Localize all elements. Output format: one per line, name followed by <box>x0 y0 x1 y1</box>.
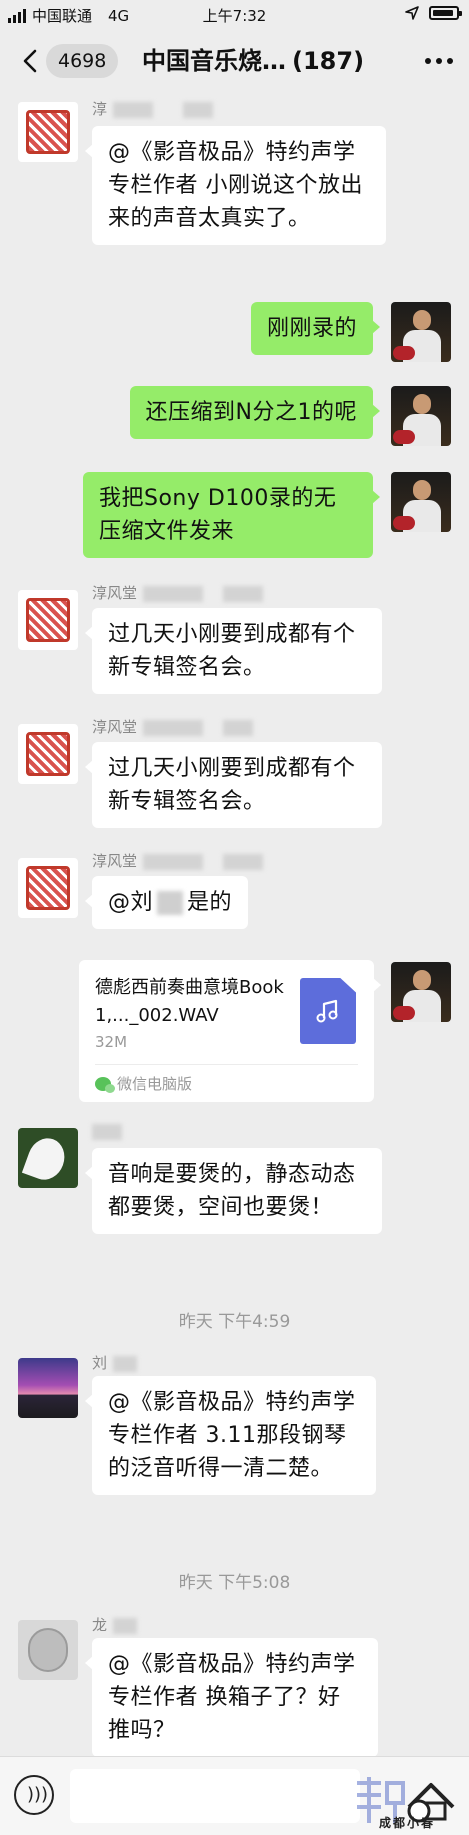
message-bubble[interactable]: @《影音极品》特约声学专栏作者 换箱子了？好推吗？ <box>85 1638 378 1757</box>
message-input[interactable] <box>70 1769 360 1823</box>
avatar[interactable] <box>18 590 78 650</box>
sender-name: 淳风堂 <box>92 716 254 737</box>
message-bubble[interactable]: 音响是要煲的，静态动态都要煲，空间也要煲！ <box>85 1148 382 1234</box>
avatar[interactable] <box>391 302 451 362</box>
wechat-icon <box>95 1076 115 1093</box>
message-bubble[interactable]: 过几天小刚要到成都有个新专辑签名会。 <box>85 608 382 694</box>
divider <box>95 1064 358 1065</box>
unread-count-badge[interactable]: 4698 <box>46 44 119 78</box>
avatar[interactable] <box>391 386 451 446</box>
timestamp: 昨天 下午4:59 <box>178 1312 291 1332</box>
chat-title-text: 中国音乐烧… <box>142 47 286 75</box>
timestamp: 昨天 下午5:08 <box>178 1573 291 1593</box>
avatar[interactable] <box>18 102 78 162</box>
avatar[interactable] <box>18 858 78 918</box>
watermark-text: 成都小春 <box>378 1816 435 1830</box>
avatar[interactable] <box>18 724 78 784</box>
location-arrow-icon <box>405 6 419 20</box>
file-size: 32M <box>95 1033 128 1051</box>
voice-input-icon[interactable]: ))) <box>14 1775 54 1815</box>
chat-header: 4698 中国音乐烧… (187) <box>0 30 469 92</box>
watermark: 成都小春 <box>351 1763 461 1833</box>
chevron-left-icon[interactable] <box>18 48 44 74</box>
message-bubble[interactable]: @刘 是的 <box>84 876 249 929</box>
status-time: 上午7:32 <box>202 7 267 25</box>
avatar[interactable] <box>18 1128 78 1188</box>
file-name: 德彪西前奏曲意境Book 1,..._002.WAV <box>95 977 284 1026</box>
reply-text: 是的 <box>187 890 233 915</box>
battery-icon <box>429 6 462 20</box>
avatar[interactable] <box>18 1620 78 1680</box>
message-bubble[interactable]: 还压缩到N分之1的呢 <box>129 386 381 439</box>
avatar[interactable] <box>18 1358 78 1418</box>
music-note-icon <box>300 978 356 1044</box>
message-bubble[interactable]: 过几天小刚要到成都有个新专辑签名会。 <box>85 742 382 828</box>
file-source: 微信电脑版 <box>95 1073 192 1094</box>
input-bar: ))) 成都小春 <box>0 1756 469 1835</box>
sender-name <box>92 1122 122 1140</box>
message-bubble[interactable]: 我把Sony D100录的无压缩文件发来 <box>83 472 380 558</box>
more-dots-icon[interactable] <box>425 58 453 64</box>
status-bar: 中国联通 4G 上午7:32 <box>0 0 469 30</box>
sender-name: 淳风堂 <box>92 582 264 603</box>
sender-name: 刘 <box>92 1352 138 1373</box>
sender-name: 龙 <box>92 1614 138 1635</box>
message-bubble[interactable]: @《影音极品》特约声学专栏作者 小刚说这个放出来的声音太真实了。 <box>85 126 386 245</box>
avatar[interactable] <box>391 472 451 532</box>
sender-name: 淳 <box>92 98 214 119</box>
mention-text: @刘 <box>108 890 154 915</box>
message-bubble[interactable]: 刚刚录的 <box>250 302 381 355</box>
message-bubble[interactable]: @《影音极品》特约声学专栏作者 3.11那段钢琴的泛音听得一清二楚。 <box>85 1376 376 1495</box>
file-source-label: 微信电脑版 <box>117 1075 193 1093</box>
chat-title: 中国音乐烧… (187) <box>142 42 382 80</box>
avatar[interactable] <box>391 962 451 1022</box>
member-count: (187) <box>292 47 365 75</box>
file-card[interactable]: 德彪西前奏曲意境Book 1,..._002.WAV 32M 微信电脑版 <box>79 960 381 1102</box>
sender-name: 淳风堂 <box>92 850 264 871</box>
